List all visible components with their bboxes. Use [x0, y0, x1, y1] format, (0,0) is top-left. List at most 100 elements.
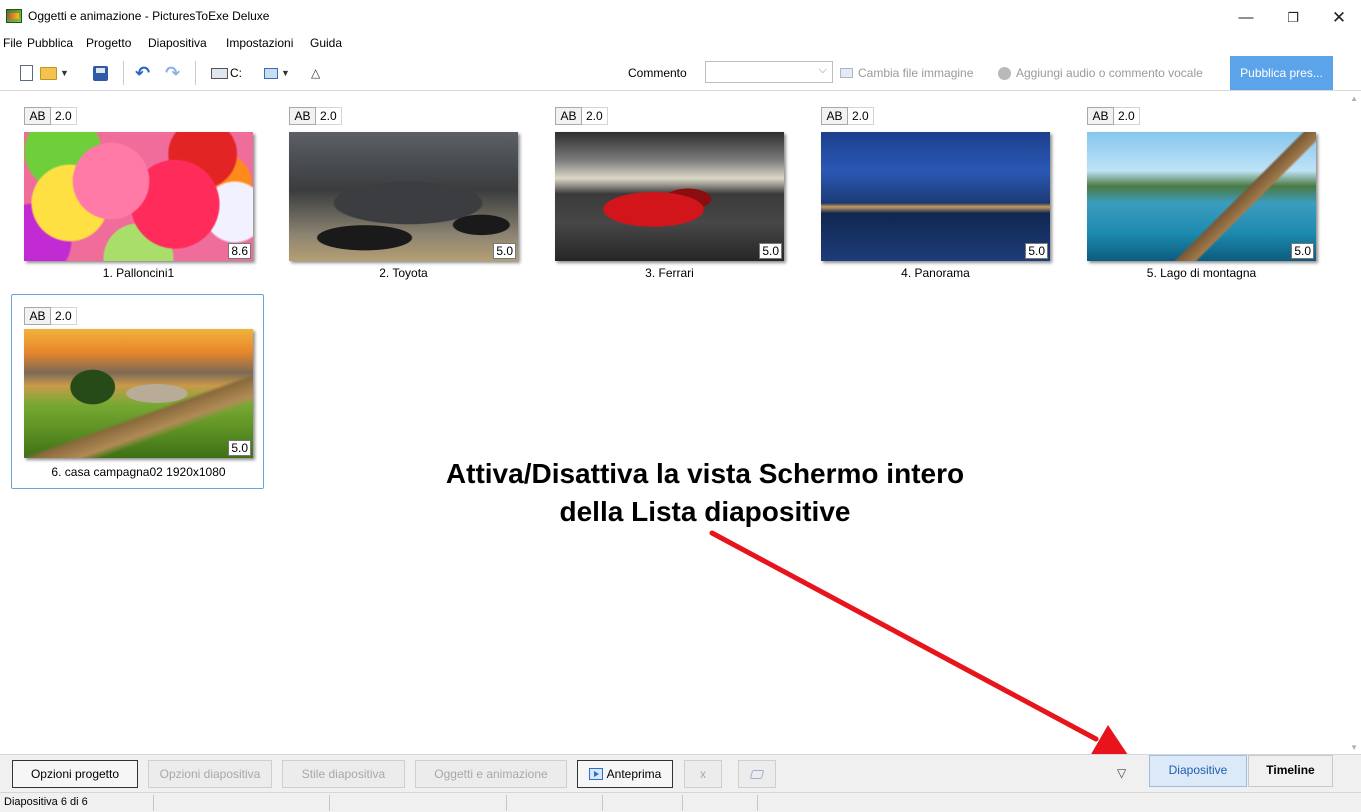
slide-thumbnail[interactable]: 5.0 — [555, 132, 784, 261]
menu-guida[interactable]: Guida — [310, 36, 342, 50]
preview-button[interactable]: Anteprima — [577, 760, 673, 788]
window-title: Oggetti e animazione - PicturesToExe Del… — [28, 9, 270, 23]
open-project-button[interactable]: ▼ — [40, 62, 69, 84]
redo-icon: ↷ — [165, 62, 181, 83]
maximize-button[interactable]: ❐ — [1270, 4, 1316, 32]
collapse-button[interactable]: △ — [311, 62, 320, 84]
slide-caption: 3. Ferrari — [645, 266, 694, 280]
slide-duration: 5.0 — [228, 440, 251, 456]
slide-duration: 5.0 — [1025, 243, 1048, 259]
transition-badge[interactable]: AB 2.0 — [289, 107, 342, 125]
scroll-up-icon[interactable]: ▲ — [1350, 94, 1358, 103]
save-icon — [93, 65, 108, 81]
slide-caption: 1. Palloncini1 — [102, 266, 175, 280]
slide-options-button[interactable]: Opzioni diapositiva — [148, 760, 272, 788]
comment-label: Commento — [628, 66, 687, 80]
screen-icon — [749, 770, 765, 779]
transition-badge[interactable]: AB 2.0 — [24, 307, 77, 325]
slide-thumbnail[interactable]: 5.0 — [821, 132, 1050, 261]
change-image-button[interactable]: Cambia file immagine — [840, 66, 973, 80]
transition-badge[interactable]: AB 2.0 — [1087, 107, 1140, 125]
slide-item-5[interactable]: AB 2.0 5.0 5. Lago di montagna — [1075, 95, 1328, 290]
audio-icon — [998, 66, 1011, 80]
status-bar: Diapositiva 6 di 6 — [0, 792, 1361, 812]
scroll-down-icon[interactable]: ▼ — [1350, 743, 1358, 752]
status-separator — [506, 795, 507, 811]
play-icon — [588, 768, 603, 780]
status-separator — [682, 795, 683, 811]
transition-badge[interactable]: AB 2.0 — [555, 107, 608, 125]
dropdown-caret-icon: ▼ — [281, 68, 290, 78]
save-button[interactable] — [93, 62, 108, 84]
annotation-text: Attiva/Disattiva la vista Schermo intero… — [380, 455, 1030, 531]
folder-open-icon — [40, 66, 57, 80]
status-separator — [757, 795, 758, 811]
annotation-line-2: della Lista diapositive — [559, 496, 851, 527]
slide-duration: 8.6 — [228, 243, 251, 259]
slide-thumbnail[interactable]: 5.0 — [1087, 132, 1316, 261]
undo-button[interactable]: ↶ — [135, 62, 150, 84]
ab-transition-icon: AB — [821, 107, 848, 125]
title-bar: Oggetti e animazione - PicturesToExe Del… — [0, 0, 1361, 34]
slide-item-4[interactable]: AB 2.0 5.0 4. Panorama — [809, 95, 1062, 290]
new-project-button[interactable] — [20, 62, 33, 84]
transition-duration: 2.0 — [51, 107, 77, 125]
drive-icon — [211, 67, 228, 79]
menu-progetto[interactable]: Progetto — [86, 36, 131, 50]
transition-duration: 2.0 — [316, 107, 342, 125]
menu-pubblica[interactable]: Pubblica — [27, 36, 73, 50]
ab-transition-icon: AB — [289, 107, 316, 125]
ab-transition-icon: AB — [24, 107, 51, 125]
close-button[interactable]: ✕ — [1316, 4, 1361, 32]
menu-bar: File Pubblica Progetto Diapositiva Impos… — [0, 34, 1361, 52]
comment-dropdown[interactable]: ⌵ — [705, 61, 833, 83]
slide-item-3[interactable]: AB 2.0 5.0 3. Ferrari — [543, 95, 796, 290]
transition-duration: 2.0 — [51, 307, 77, 325]
slide-item-2[interactable]: AB 2.0 5.0 2. Toyota — [277, 95, 530, 290]
transition-duration: 2.0 — [582, 107, 608, 125]
transition-duration: 2.0 — [1114, 107, 1140, 125]
transition-duration: 2.0 — [848, 107, 874, 125]
slide-list[interactable]: ▲ AB 2.0 8.6 1. Palloncini1 AB 2.0 5.0 2… — [0, 92, 1361, 754]
drive-label: C: — [230, 66, 242, 80]
fullscreen-toggle-icon[interactable]: ▽ — [1117, 766, 1126, 780]
image-icon — [840, 68, 853, 78]
project-options-button[interactable]: Opzioni progetto — [12, 760, 138, 788]
status-separator — [153, 795, 154, 811]
add-audio-button[interactable]: Aggiungi audio o commento vocale — [998, 66, 1203, 80]
slide-item-1[interactable]: AB 2.0 8.6 1. Palloncini1 — [12, 95, 265, 290]
add-audio-label: Aggiungi audio o commento vocale — [1016, 66, 1203, 80]
slide-thumbnail[interactable]: 8.6 — [24, 132, 253, 261]
drive-button[interactable]: C: — [211, 62, 242, 84]
slide-duration: 5.0 — [493, 243, 516, 259]
publish-button[interactable]: Pubblica pres... — [1230, 56, 1333, 90]
view-mode-icon — [264, 67, 278, 79]
new-file-icon — [20, 65, 33, 81]
redo-button[interactable]: ↷ — [165, 62, 180, 84]
dropdown-caret-icon: ▼ — [60, 68, 69, 78]
slide-duration: 5.0 — [759, 243, 782, 259]
objects-animation-button[interactable]: Oggetti e animazione — [415, 760, 567, 788]
slide-caption: 6. casa campagna02 1920x1080 — [51, 465, 226, 479]
slide-thumbnail[interactable]: 5.0 — [24, 329, 253, 458]
menu-impostazioni[interactable]: Impostazioni — [226, 36, 293, 50]
app-icon — [6, 9, 22, 23]
fullscreen-preview-button[interactable] — [738, 760, 776, 788]
slide-thumbnail[interactable]: 5.0 — [289, 132, 518, 261]
triangle-up-icon: △ — [311, 66, 321, 80]
chevron-down-icon: ⌵ — [818, 64, 827, 76]
menu-file[interactable]: File — [3, 36, 22, 50]
slide-item-6[interactable]: AB 2.0 5.0 6. casa campagna02 1920x1080 — [11, 294, 264, 489]
slide-caption: 5. Lago di montagna — [1146, 266, 1257, 280]
slide-style-button[interactable]: Stile diapositiva — [282, 760, 405, 788]
view-mode-button[interactable]: ▼ — [264, 62, 290, 84]
x-button[interactable]: x — [684, 760, 722, 788]
minimize-button[interactable]: — — [1223, 4, 1269, 32]
tab-diapositive[interactable]: Diapositive — [1149, 755, 1247, 787]
transition-badge[interactable]: AB 2.0 — [24, 107, 77, 125]
status-separator — [602, 795, 603, 811]
slide-caption: 4. Panorama — [901, 266, 970, 280]
tab-timeline[interactable]: Timeline — [1248, 755, 1333, 787]
menu-diapositiva[interactable]: Diapositiva — [148, 36, 207, 50]
transition-badge[interactable]: AB 2.0 — [821, 107, 874, 125]
